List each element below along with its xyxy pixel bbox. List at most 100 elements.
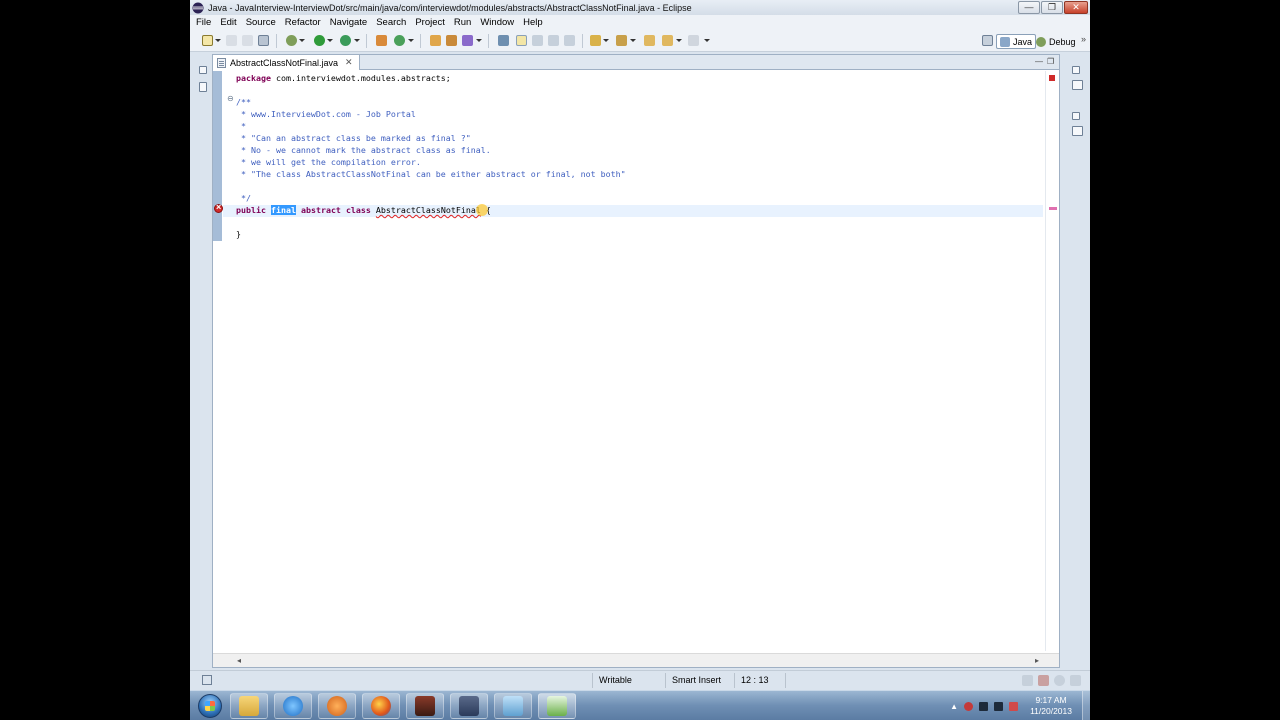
- main-toolbar: Java Debug »: [190, 30, 1090, 52]
- scroll-left-icon[interactable]: ◂: [237, 656, 241, 665]
- show-whitespace-icon[interactable]: [548, 35, 559, 46]
- print-icon[interactable]: [258, 35, 269, 46]
- taskbar-media[interactable]: [318, 693, 356, 719]
- fast-view-icon[interactable]: [202, 675, 212, 685]
- scroll-right-icon[interactable]: ▸: [1035, 656, 1039, 665]
- new-java-project-icon[interactable]: [376, 35, 387, 46]
- code-line-6: *: [236, 121, 246, 131]
- external-tools-icon[interactable]: [340, 35, 351, 46]
- menu-project[interactable]: Project: [415, 17, 445, 28]
- new-dropdown-icon[interactable]: [215, 39, 221, 42]
- taskbar-notepad[interactable]: [538, 693, 576, 719]
- volume-icon[interactable]: [979, 701, 989, 711]
- tab-label: AbstractClassNotFinal.java: [230, 57, 339, 68]
- package-explorer-icon[interactable]: [199, 82, 207, 92]
- tab-abstractclassnotfinal[interactable]: AbstractClassNotFinal.java ✕: [213, 55, 360, 70]
- new-java-class-icon[interactable]: [394, 35, 405, 46]
- mark-occurrences-icon[interactable]: [516, 35, 527, 46]
- action-center-icon[interactable]: [964, 701, 974, 711]
- menu-window[interactable]: Window: [480, 17, 514, 28]
- taskbar-explorer[interactable]: [230, 693, 268, 719]
- save-all-icon[interactable]: [242, 35, 253, 46]
- search-icon[interactable]: [462, 35, 473, 46]
- close-button[interactable]: ✕: [1064, 1, 1088, 14]
- taskbar-ie[interactable]: [274, 693, 312, 719]
- save-icon[interactable]: [226, 35, 237, 46]
- open-type-icon[interactable]: [430, 35, 441, 46]
- fold-collapse-icon[interactable]: ⊖: [227, 95, 235, 103]
- forward-dropdown-icon[interactable]: [704, 39, 710, 42]
- tray-icon-2[interactable]: [1038, 675, 1049, 686]
- next-annotation-dropdown-icon[interactable]: [603, 39, 609, 42]
- show-hidden-icons-icon[interactable]: ▲: [950, 702, 958, 711]
- perspective-debug[interactable]: Debug: [1033, 34, 1079, 49]
- taskbar-save[interactable]: [450, 693, 488, 719]
- system-clock[interactable]: 9:17 AM 11/20/2013: [1030, 695, 1072, 717]
- debug-dropdown-icon[interactable]: [299, 39, 305, 42]
- network-icon[interactable]: [994, 701, 1004, 711]
- keyword-final-selected: final: [270, 205, 296, 215]
- taskbar-firefox[interactable]: [362, 693, 400, 719]
- menu-navigate[interactable]: Navigate: [330, 17, 368, 28]
- last-edit-icon[interactable]: [644, 35, 655, 46]
- previous-annotation-dropdown-icon[interactable]: [630, 39, 636, 42]
- new-icon[interactable]: [202, 35, 213, 46]
- show-paragraph-icon[interactable]: [564, 35, 575, 46]
- taskbar-app[interactable]: [406, 693, 444, 719]
- menu-edit[interactable]: Edit: [220, 17, 236, 28]
- back-dropdown-icon[interactable]: [676, 39, 682, 42]
- minimize-editor-icon[interactable]: —: [1035, 57, 1043, 66]
- tray-icon-4[interactable]: [1070, 675, 1081, 686]
- overview-ruler: [1045, 71, 1059, 651]
- show-desktop-button[interactable]: [1082, 691, 1090, 720]
- status-bar: Writable Smart Insert 12 : 13: [190, 670, 1090, 690]
- menu-refactor[interactable]: Refactor: [285, 17, 321, 28]
- window-icon: [503, 696, 523, 716]
- taskbar-window[interactable]: [494, 693, 532, 719]
- debug-icon[interactable]: [286, 35, 297, 46]
- code-area[interactable]: package com.interviewdot.modules.abstrac…: [223, 71, 1043, 651]
- menu-file[interactable]: File: [196, 17, 211, 28]
- restore-icon[interactable]: [1072, 112, 1080, 120]
- toggle-breadcrumb-icon[interactable]: [498, 35, 509, 46]
- menu-run[interactable]: Run: [454, 17, 471, 28]
- menu-help[interactable]: Help: [523, 17, 543, 28]
- menu-search[interactable]: Search: [376, 17, 406, 28]
- close-icon[interactable]: ✕: [345, 57, 353, 68]
- clock-time: 9:17 AM: [1035, 695, 1067, 705]
- outline-icon[interactable]: [1072, 80, 1083, 90]
- search-dropdown-icon[interactable]: [476, 39, 482, 42]
- horizontal-scrollbar[interactable]: ◂ ▸: [213, 653, 1059, 667]
- next-annotation-icon[interactable]: [590, 35, 601, 46]
- open-task-icon[interactable]: [446, 35, 457, 46]
- chevron-right-icon[interactable]: »: [1081, 34, 1086, 44]
- menu-source[interactable]: Source: [246, 17, 276, 28]
- restore-icon[interactable]: [199, 66, 207, 74]
- run-icon[interactable]: [314, 35, 325, 46]
- problems-icon[interactable]: [1072, 126, 1083, 136]
- code-line-4: /**: [236, 97, 251, 107]
- run-dropdown-icon[interactable]: [327, 39, 333, 42]
- previous-annotation-icon[interactable]: [616, 35, 627, 46]
- power-icon[interactable]: [1009, 701, 1019, 711]
- error-marker-icon[interactable]: [214, 202, 223, 213]
- error-summary-icon[interactable]: [1049, 75, 1055, 81]
- open-perspective-icon[interactable]: [982, 35, 993, 46]
- back-icon[interactable]: [662, 35, 673, 46]
- tray-icon-1[interactable]: [1022, 675, 1033, 686]
- code-line-15: }: [236, 229, 241, 239]
- start-button[interactable]: [198, 694, 222, 718]
- restore-button[interactable]: ❐: [1041, 1, 1063, 14]
- perspective-java[interactable]: Java: [996, 34, 1037, 49]
- maximize-editor-icon[interactable]: ❐: [1047, 57, 1054, 66]
- minimize-button[interactable]: —: [1018, 1, 1040, 14]
- overview-error-mark[interactable]: [1049, 207, 1057, 210]
- new-class-dropdown-icon[interactable]: [408, 39, 414, 42]
- tray-icon-3[interactable]: [1054, 675, 1065, 686]
- status-empty-cell: [785, 673, 875, 688]
- forward-icon[interactable]: [688, 35, 699, 46]
- app-icon: [415, 696, 435, 716]
- restore-icon[interactable]: [1072, 66, 1080, 74]
- external-tools-dropdown-icon[interactable]: [354, 39, 360, 42]
- block-selection-icon[interactable]: [532, 35, 543, 46]
